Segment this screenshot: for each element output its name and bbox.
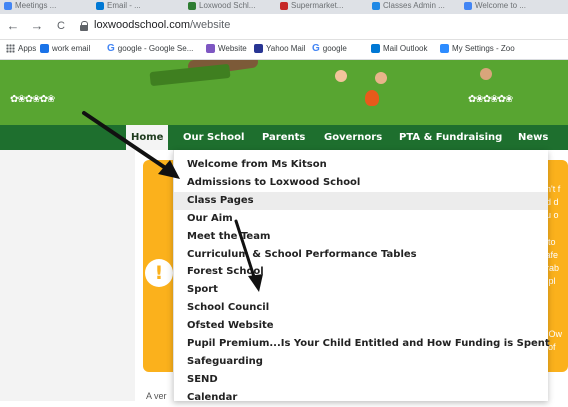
child-figure: [480, 68, 492, 80]
nav-home[interactable]: Home: [126, 125, 169, 150]
forward-icon[interactable]: →: [30, 18, 44, 34]
bookmark-label: google: [322, 44, 347, 53]
tab-label: Loxwood Schl...: [199, 1, 256, 10]
browser-tab-strip: Meetings ... Email - ... Loxwood Schl... Su…: [0, 0, 568, 14]
browser-tab[interactable]: Supermarket...: [280, 0, 368, 14]
menu-item-safeguarding[interactable]: Safeguarding: [174, 353, 548, 371]
google-icon: G: [312, 43, 320, 54]
bookmark-3[interactable]: Ggoogle - Google Se...: [107, 43, 193, 55]
flowers-decoration: ✿❀✿❀✿❀: [468, 94, 513, 105]
bookmark-label: Apps: [18, 44, 37, 53]
url-input[interactable]: loxwoodschool.com/website: [76, 17, 564, 36]
bookmarks-bar: Apps work email Ggoogle - Google Se... Webs…: [0, 40, 568, 60]
menu-item-welcome-from-ms-kitson[interactable]: Welcome from Ms Kitson: [174, 156, 548, 174]
bookmark-5[interactable]: Yahoo Mail: [254, 43, 305, 55]
back-icon[interactable]: ←: [6, 18, 20, 34]
bookmark-7[interactable]: Mail Outlook: [371, 43, 427, 55]
nav-governors[interactable]: Governors: [319, 125, 387, 150]
menu-item-school-council[interactable]: School Council: [174, 299, 548, 317]
bookmark-label: Yahoo Mail: [266, 44, 306, 53]
blue-icon: [372, 1, 380, 10]
campfire: [365, 90, 379, 106]
school-icon: [188, 1, 196, 10]
google-icon: G: [107, 43, 115, 54]
yahoo-mail-icon: [254, 44, 263, 54]
nav-parents[interactable]: Parents: [257, 125, 310, 150]
lock-icon[interactable]: [80, 21, 88, 31]
tab-label: Welcome to ...: [475, 1, 526, 10]
tab-label: Meetings ...: [15, 1, 57, 10]
bookmark-8[interactable]: My Settings - Zoo: [440, 43, 515, 55]
bookmark-label: google - Google Se...: [117, 44, 194, 53]
apps-icon: [6, 44, 15, 54]
menu-item-our-aim[interactable]: Our Aim: [174, 210, 548, 228]
menu-item-sport[interactable]: Sport: [174, 281, 548, 299]
our-school-dropdown-menu: Welcome from Ms Kitson Admissions to Loxw…: [173, 150, 550, 403]
pen-icon: [464, 1, 472, 10]
bookmark-label: Website: [218, 44, 247, 53]
bookmark-label: work email: [52, 44, 91, 53]
bookmark-2[interactable]: work email: [40, 43, 90, 55]
reload-icon[interactable]: C: [54, 18, 68, 34]
main-navigation: Home Our School Parents Governors PTA & …: [0, 125, 568, 150]
mail-icon: [4, 1, 12, 10]
tab-label: Email - ...: [107, 1, 141, 10]
menu-item-class-pages[interactable]: Class Pages: [174, 191, 548, 210]
tab-label: Classes Admin ...: [383, 1, 445, 10]
email-icon: [40, 44, 49, 54]
url-path: /website: [190, 19, 231, 31]
browser-tab[interactable]: Meetings ...: [4, 0, 92, 14]
bookmark-1[interactable]: Apps: [6, 43, 36, 55]
menu-item-pupil-premium-is-your-child-entitled-and-how-funding-is-spent[interactable]: Pupil Premium...Is Your Child Entitled a…: [174, 335, 550, 353]
outlook-icon: [371, 44, 380, 54]
menu-item-ofsted-website[interactable]: Ofsted Website: [174, 317, 548, 335]
browser-tab[interactable]: Welcome to ...: [464, 0, 552, 14]
menu-item-calendar[interactable]: Calendar: [174, 389, 548, 407]
child-figure: [375, 72, 387, 84]
nav-our-school[interactable]: Our School: [178, 125, 249, 150]
zoom-icon: [440, 44, 449, 54]
school-banner-illustration: ✿❀✿❀✿❀ ✿❀✿❀✿❀: [0, 60, 568, 125]
browser-tab[interactable]: Email - ...: [96, 0, 184, 14]
menu-item-admissions-to-loxwood-school[interactable]: Admissions to Loxwood School: [174, 174, 548, 192]
url-domain: loxwoodschool.com: [94, 19, 190, 31]
browser-tab[interactable]: Loxwood Schl...: [188, 0, 276, 14]
flowers-decoration: ✿❀✿❀✿❀: [10, 94, 55, 105]
bookmark-6[interactable]: Ggoogle: [312, 43, 347, 55]
outlook-icon: [96, 1, 104, 10]
menu-item-forest-school[interactable]: Forest School: [174, 263, 548, 281]
bookmark-label: Mail Outlook: [383, 44, 428, 53]
child-figure: [335, 70, 347, 82]
bookmark-label: My Settings - Zoo: [452, 44, 515, 53]
menu-item-send[interactable]: SEND: [174, 371, 548, 389]
menu-item-meet-the-team[interactable]: Meet the Team: [174, 228, 548, 246]
body-text-fragment: A ver: [146, 391, 167, 401]
browser-tab[interactable]: Classes Admin ...: [372, 0, 460, 14]
menu-item-curriculum-school-performance-tables[interactable]: Curriculum & School Performance Tables: [174, 246, 548, 264]
exclamation-icon: !: [145, 259, 173, 287]
address-bar: ← → C loxwoodschool.com/website: [0, 14, 568, 40]
tab-label: Supermarket...: [291, 1, 344, 10]
banner-shade: [149, 63, 231, 87]
nav-news[interactable]: News: [513, 125, 553, 150]
store-icon: [280, 1, 288, 10]
website-icon: [206, 44, 215, 54]
nav-pta-fundraising[interactable]: PTA & Fundraising: [394, 125, 507, 150]
bookmark-4[interactable]: Website: [206, 43, 247, 55]
